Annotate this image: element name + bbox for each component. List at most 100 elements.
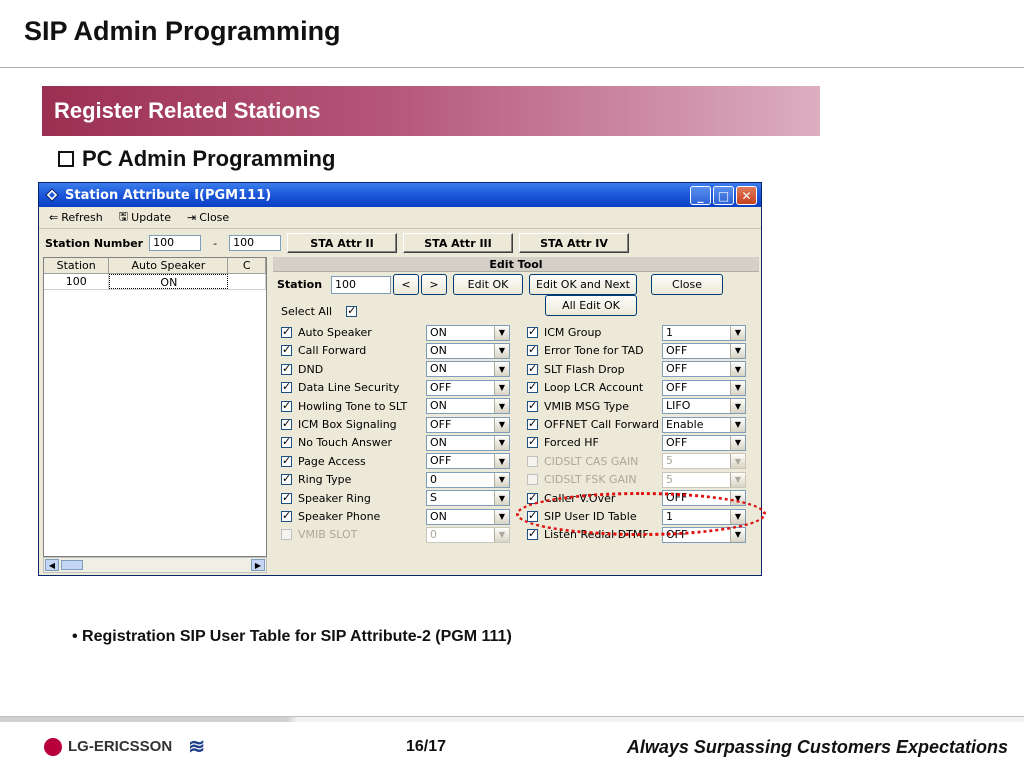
field-row: Forced HF OFF ▼: [527, 434, 746, 451]
dropdown-arrow-icon[interactable]: ▼: [494, 362, 509, 377]
field-select[interactable]: OFF ▼: [662, 342, 746, 359]
field-checkbox[interactable]: [281, 399, 292, 412]
dropdown-arrow-icon[interactable]: ▼: [494, 491, 509, 506]
dropdown-arrow-icon[interactable]: ▼: [730, 343, 745, 358]
dropdown-arrow-icon[interactable]: ▼: [730, 380, 745, 395]
edit-ok-button[interactable]: Edit OK: [453, 274, 523, 295]
minimize-icon[interactable]: _: [690, 186, 711, 205]
dropdown-arrow-icon[interactable]: ▼: [730, 509, 745, 524]
dropdown-arrow-icon[interactable]: ▼: [730, 325, 745, 340]
prev-station-button[interactable]: <: [393, 274, 419, 295]
dropdown-arrow-icon[interactable]: ▼: [730, 362, 745, 377]
grid-header-auto-speaker[interactable]: Auto Speaker: [109, 258, 229, 273]
field-checkbox[interactable]: [527, 417, 538, 430]
field-checkbox[interactable]: [281, 454, 292, 467]
grid-cell-auto-speaker[interactable]: ON: [109, 274, 229, 289]
dropdown-arrow-icon[interactable]: ▼: [494, 325, 509, 340]
dropdown-arrow-icon[interactable]: ▼: [730, 417, 745, 432]
sta-attr-iii-button[interactable]: STA Attr III: [403, 233, 513, 253]
field-checkbox[interactable]: [281, 343, 292, 357]
field-checkbox[interactable]: [281, 491, 292, 504]
table-row[interactable]: 100 ON: [44, 274, 266, 290]
field-select[interactable]: OFF ▼: [662, 379, 746, 396]
scroll-left-icon[interactable]: ◀: [45, 559, 59, 571]
scroll-thumb[interactable]: [61, 560, 83, 570]
field-select[interactable]: OFF ▼: [426, 416, 510, 433]
field-select[interactable]: ON ▼: [426, 398, 510, 415]
window-titlebar[interactable]: Station Attribute I(PGM111) _ □ ✕: [39, 183, 761, 207]
sta-attr-ii-button[interactable]: STA Attr II: [287, 233, 397, 253]
all-edit-ok-button[interactable]: All Edit OK: [545, 295, 637, 316]
dropdown-arrow-icon[interactable]: ▼: [730, 491, 745, 506]
field-select[interactable]: 1 ▼: [662, 324, 746, 341]
field-select-value: 0: [430, 527, 437, 541]
field-select[interactable]: OFF ▼: [662, 361, 746, 378]
station-from-input[interactable]: 100: [149, 235, 202, 251]
next-station-button[interactable]: >: [421, 274, 447, 295]
field-checkbox[interactable]: [527, 509, 538, 522]
update-button[interactable]: 🖫 Update: [119, 208, 171, 227]
dropdown-arrow-icon[interactable]: ▼: [494, 399, 509, 414]
station-to-input[interactable]: 100: [229, 235, 282, 251]
field-checkbox[interactable]: [527, 399, 538, 412]
dropdown-arrow-icon[interactable]: ▼: [494, 380, 509, 395]
field-checkbox[interactable]: [281, 362, 292, 375]
edit-ok-and-next-button[interactable]: Edit OK and Next: [529, 274, 637, 295]
station-number-row: Station Number 100 - 100: [45, 235, 282, 251]
grid-header-truncated[interactable]: C: [228, 258, 266, 273]
dropdown-arrow-icon[interactable]: ▼: [494, 509, 509, 524]
field-select[interactable]: OFF ▼: [426, 379, 510, 396]
field-select[interactable]: ON ▼: [426, 361, 510, 378]
close-edit-button[interactable]: Close: [651, 274, 723, 295]
horizontal-scrollbar[interactable]: ◀ ▶: [43, 557, 267, 573]
select-all-checkbox[interactable]: [346, 304, 358, 317]
edit-station-input[interactable]: 100: [331, 276, 391, 294]
close-toolbar-button[interactable]: ⇥ Close: [187, 211, 229, 224]
field-row: Auto Speaker ON ▼: [281, 324, 510, 341]
field-checkbox[interactable]: [527, 325, 538, 338]
field-select[interactable]: Enable ▼: [662, 416, 746, 433]
dropdown-arrow-icon[interactable]: ▼: [730, 527, 745, 542]
scroll-right-icon[interactable]: ▶: [251, 559, 265, 571]
field-checkbox[interactable]: [281, 380, 292, 394]
field-select[interactable]: ON ▼: [426, 508, 510, 525]
maximize-icon[interactable]: □: [713, 186, 734, 205]
field-select[interactable]: OFF ▼: [426, 453, 510, 470]
field-select[interactable]: OFF ▼: [662, 490, 746, 507]
dropdown-arrow-icon[interactable]: ▼: [730, 435, 745, 450]
field-checkbox[interactable]: [281, 509, 292, 522]
sta-attr-iv-button[interactable]: STA Attr IV: [519, 233, 629, 253]
field-checkbox[interactable]: [281, 325, 292, 338]
field-select[interactable]: S ▼: [426, 490, 510, 507]
field-select[interactable]: OFF ▼: [662, 434, 746, 451]
dropdown-arrow-icon[interactable]: ▼: [494, 472, 509, 487]
checkbox-bullet-icon: [58, 151, 74, 167]
field-checkbox[interactable]: [527, 362, 538, 375]
grid-cell-station[interactable]: 100: [44, 274, 110, 289]
field-checkbox[interactable]: [281, 435, 292, 449]
field-checkbox[interactable]: [527, 435, 538, 449]
field-select[interactable]: 1 ▼: [662, 508, 746, 525]
dropdown-arrow-icon[interactable]: ▼: [494, 343, 509, 358]
field-select[interactable]: ON ▼: [426, 434, 510, 451]
field-select[interactable]: OFF ▼: [662, 526, 746, 543]
refresh-button[interactable]: ⇐ Refresh: [49, 211, 103, 224]
dropdown-arrow-icon[interactable]: ▼: [494, 454, 509, 469]
dropdown-arrow-icon[interactable]: ▼: [730, 399, 745, 414]
grid-cell-truncated[interactable]: [228, 274, 266, 289]
field-checkbox[interactable]: [281, 417, 292, 430]
field-select[interactable]: 0 ▼: [426, 471, 510, 488]
field-select[interactable]: ON ▼: [426, 324, 510, 341]
close-icon[interactable]: ✕: [736, 186, 757, 205]
field-checkbox[interactable]: [527, 491, 538, 504]
field-checkbox[interactable]: [527, 527, 538, 541]
field-select[interactable]: LIFO ▼: [662, 398, 746, 415]
field-checkbox[interactable]: [527, 343, 538, 357]
field-checkbox[interactable]: [527, 380, 538, 394]
field-checkbox[interactable]: [281, 472, 292, 486]
dropdown-arrow-icon[interactable]: ▼: [494, 435, 509, 450]
slide-title: SIP Admin Programming: [24, 16, 341, 46]
dropdown-arrow-icon[interactable]: ▼: [494, 417, 509, 432]
field-select[interactable]: ON ▼: [426, 342, 510, 359]
grid-header-station[interactable]: Station: [44, 258, 110, 273]
